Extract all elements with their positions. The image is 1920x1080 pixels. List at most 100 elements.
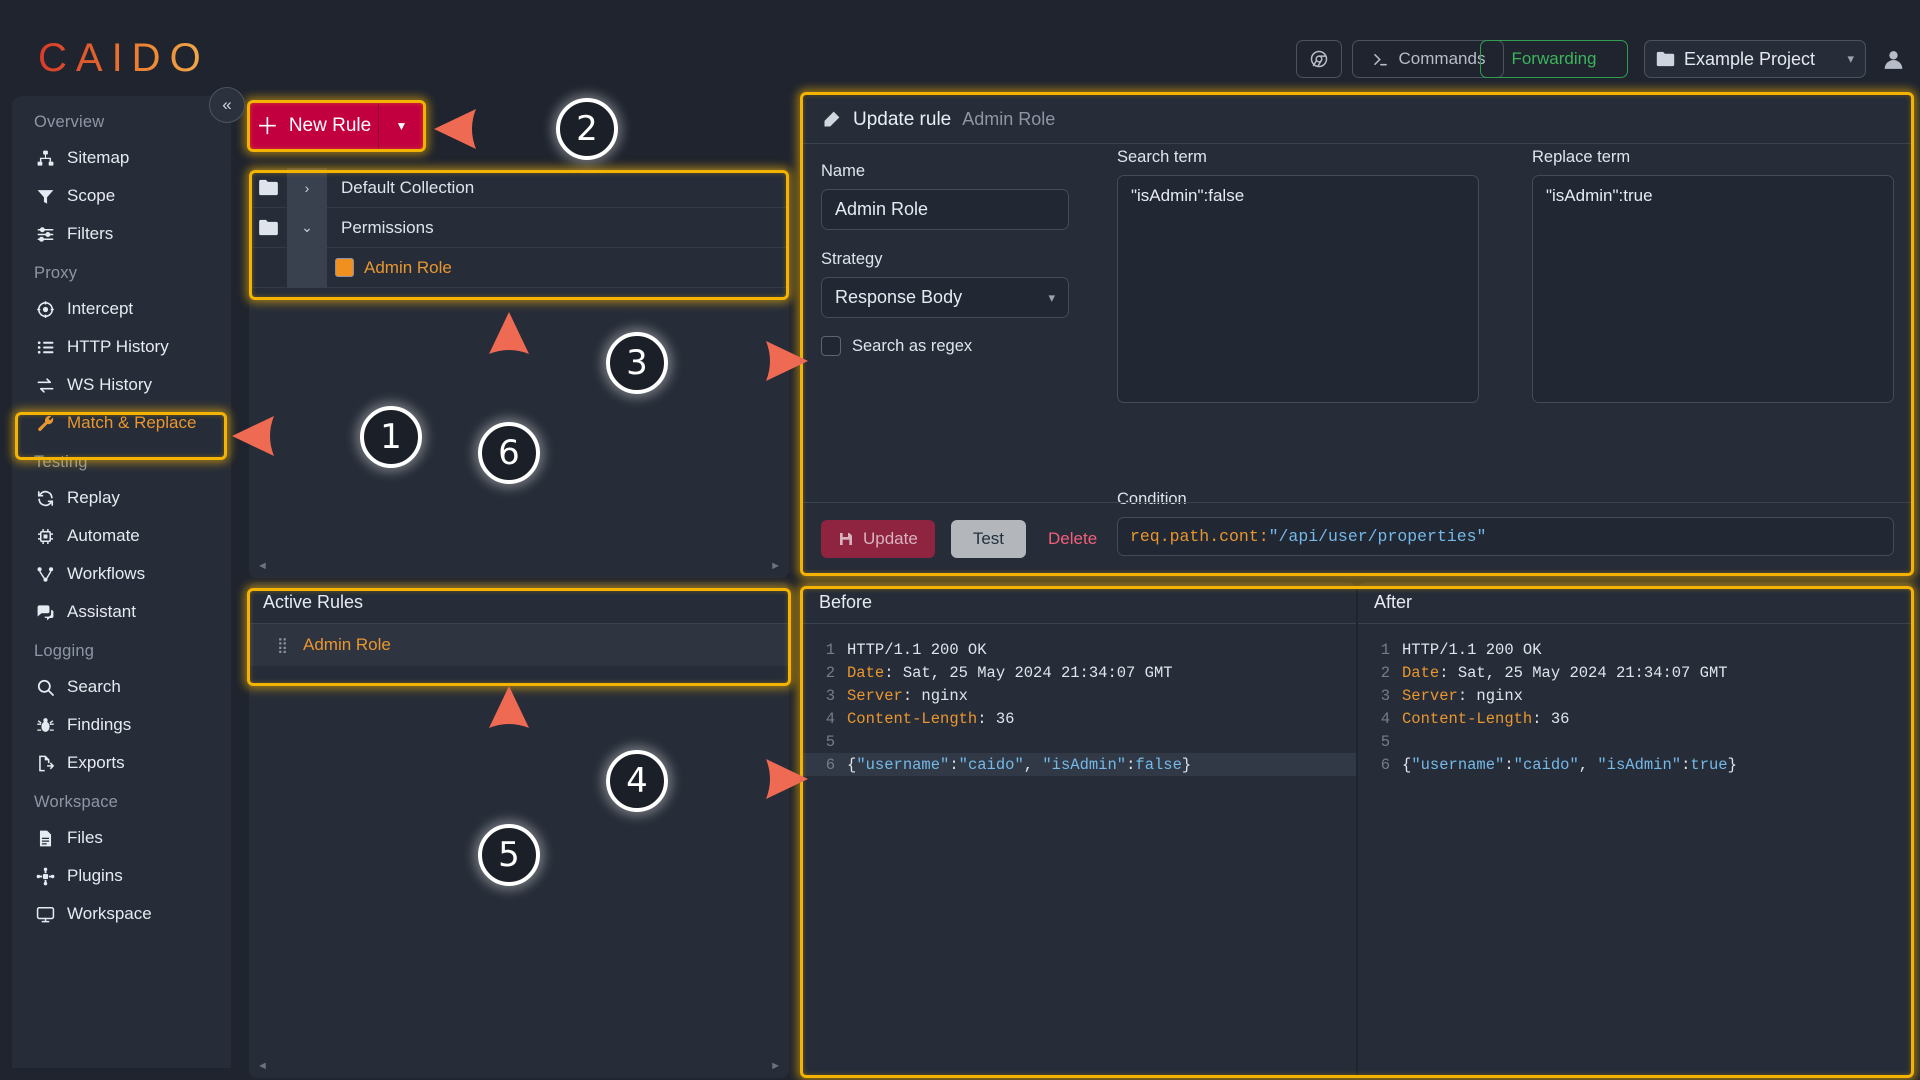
line-content: HTTP/1.1 200 OK [1402, 640, 1542, 659]
chevron-down-icon: ▾ [1847, 51, 1854, 66]
sidebar-item-scope[interactable]: Scope [12, 177, 231, 215]
drag-handle-icon[interactable]: ⣿ [277, 636, 289, 654]
caret-down-icon: ▼ [395, 119, 408, 133]
rule-tree-rule-row[interactable]: Admin Role [249, 247, 789, 288]
rule-color-swatch[interactable] [335, 258, 354, 277]
line-content: Date: Sat, 25 May 2024 21:34:07 GMT [847, 663, 1173, 682]
search-as-regex-label: Search as regex [852, 336, 973, 355]
test-button[interactable]: Test [950, 519, 1027, 558]
sidebar-item-label: Replay [67, 488, 120, 507]
sidebar-item-filters[interactable]: Filters [12, 215, 231, 253]
sidebar-item-match-replace[interactable]: Match & Replace [12, 404, 231, 442]
replace-term-label: Replace term [1532, 148, 1631, 166]
rule-tree-collection-row[interactable]: ⌄ Permissions [249, 207, 789, 248]
search-as-regex-row[interactable]: Search as regex [821, 336, 972, 356]
sidebar-item-plugins[interactable]: Plugins [12, 857, 231, 895]
strategy-label: Strategy [821, 250, 883, 268]
update-button[interactable]: Update [821, 519, 935, 558]
line-number: 4 [1380, 709, 1390, 728]
folder-icon [249, 219, 287, 236]
sidebar-item-label: Findings [67, 715, 132, 734]
avatar[interactable] [1876, 40, 1910, 78]
name-input[interactable] [821, 189, 1069, 230]
scroll-right-nub[interactable]: ► [770, 560, 781, 572]
line-number: 1 [1380, 640, 1390, 659]
before-code-view[interactable]: 1 HTTP/1.1 200 OK 2 Date: Sat, 25 May 2024 … [803, 624, 1356, 776]
sidebar-item-http-history[interactable]: HTTP History [12, 328, 231, 366]
code-line: 5 [803, 730, 1356, 753]
search-term-input[interactable]: "isAdmin":false [1117, 175, 1479, 403]
user-avatar-icon [1884, 50, 1902, 69]
sidebar-item-label: Sitemap [67, 148, 130, 167]
code-line: 6 {"username":"caido", "isAdmin":true} [1358, 753, 1913, 776]
tree-indent-2 [287, 247, 327, 288]
search-as-regex-checkbox[interactable] [821, 336, 841, 356]
line-content: Content-Length: 36 [847, 709, 1015, 728]
tree-node-label: Default Collection [341, 177, 475, 197]
new-rule-dropdown-button[interactable]: ▼ [378, 102, 424, 150]
sidebar-collapse-button[interactable]: « [209, 87, 245, 123]
sidebar-item-automate[interactable]: Automate [12, 517, 231, 555]
after-code-view[interactable]: 1 HTTP/1.1 200 OK 2 Date: Sat, 25 May 2024 … [1358, 624, 1913, 776]
forwarding-button[interactable]: Forwarding [1480, 40, 1628, 78]
after-title: After [1358, 582, 1913, 624]
sidebar-item-sitemap[interactable]: Sitemap [12, 139, 231, 177]
chevron-down-icon[interactable]: ⌄ [287, 207, 327, 248]
sidebar-item-search[interactable]: Search [12, 668, 231, 706]
search-term-label: Search term [1117, 148, 1207, 166]
line-content: Server: nginx [847, 686, 968, 705]
delete-button[interactable]: Delete [1042, 529, 1103, 549]
caido-app-window: CAIDO Commands Forwarding Example Projec… [0, 0, 1920, 1080]
new-rule-button[interactable]: ＋ New Rule [249, 102, 378, 150]
chat-bubbles-icon [34, 603, 56, 622]
active-rule-row[interactable]: ⣿ Admin Role [249, 624, 789, 666]
caido-logo: CAIDO [38, 36, 210, 80]
sliders-icon [34, 225, 56, 244]
line-number: 3 [825, 686, 835, 705]
chevron-right-icon[interactable]: › [287, 167, 327, 208]
new-rule-button-group[interactable]: ＋ New Rule ▼ [249, 102, 424, 150]
sidebar-item-intercept[interactable]: Intercept [12, 290, 231, 328]
code-line: 3 Server: nginx [1358, 684, 1913, 707]
sidebar-item-workspace[interactable]: Workspace [12, 895, 231, 933]
line-number: 2 [825, 663, 835, 682]
sidebar-item-findings[interactable]: Findings [12, 706, 231, 744]
sidebar-item-ws-history[interactable]: WS History [12, 366, 231, 404]
sidebar-group-logging: Logging [34, 642, 95, 660]
project-name: Example Project [1684, 48, 1816, 69]
line-content: Date: Sat, 25 May 2024 21:34:07 GMT [1402, 663, 1728, 682]
project-selector[interactable]: Example Project ▾ [1644, 40, 1866, 78]
line-number: 1 [825, 640, 835, 659]
strategy-select[interactable]: Response Body ▾ [821, 277, 1069, 318]
replace-term-input[interactable]: "isAdmin":true [1532, 175, 1894, 403]
file-icon [34, 829, 56, 848]
rule-tree-collection-row[interactable]: › Default Collection [249, 167, 789, 208]
sidebar-item-assistant[interactable]: Assistant [12, 593, 231, 631]
update-rule-subtitle: Admin Role [962, 109, 1056, 129]
line-content: Server: nginx [1402, 686, 1523, 705]
sidebar-item-files[interactable]: Files [12, 819, 231, 857]
arrow-4 [660, 759, 808, 799]
callout-marker-1: 1 [360, 406, 422, 468]
line-content: Content-Length: 36 [1402, 709, 1570, 728]
save-disk-icon [840, 532, 852, 545]
active-rule-label: Admin Role [303, 635, 391, 654]
line-content: {"username":"caido", "isAdmin":true} [1402, 755, 1737, 774]
arrow-3 [660, 341, 808, 381]
sidebar-group-proxy: Proxy [34, 264, 78, 282]
callout-marker-6: 6 [478, 422, 540, 484]
line-content: HTTP/1.1 200 OK [847, 640, 987, 659]
filter-funnel-icon [34, 187, 56, 206]
commands-label: Commands [1398, 49, 1486, 68]
browser-button[interactable] [1296, 40, 1342, 78]
cpu-chip-icon [34, 527, 56, 546]
scroll-right-nub-2[interactable]: ► [770, 1060, 781, 1072]
main-sidebar: Overview Sitemap Scope Filters Proxy Intercep… [12, 96, 231, 1068]
sidebar-item-workflows[interactable]: Workflows [12, 555, 231, 593]
app-header: CAIDO Commands Forwarding Example Projec… [0, 0, 1920, 96]
sidebar-item-exports[interactable]: Exports [12, 744, 231, 782]
scroll-left-nub[interactable]: ◄ [257, 560, 268, 572]
scroll-left-nub-2[interactable]: ◄ [257, 1060, 268, 1072]
sidebar-item-replay[interactable]: Replay [12, 479, 231, 517]
edit-pencil-square-icon [824, 111, 840, 127]
